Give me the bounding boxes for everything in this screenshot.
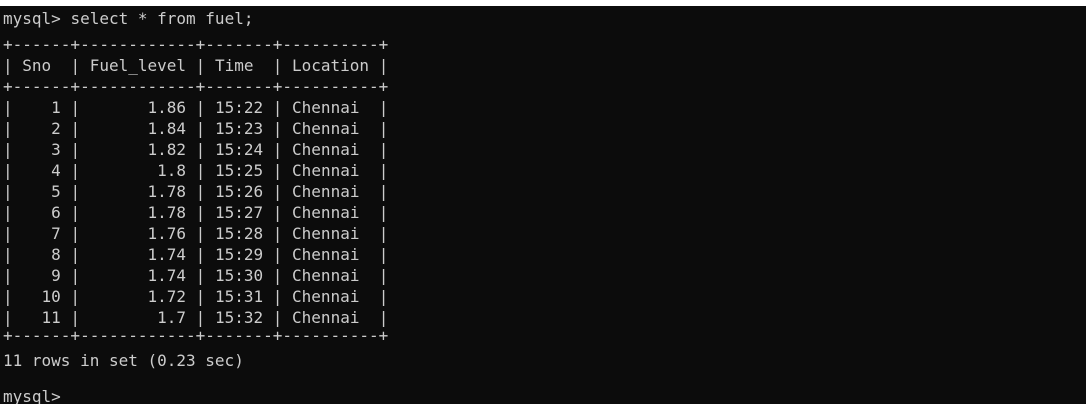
table-row: | 8 | 1.74 | 15:29 | Chennai | (3, 245, 389, 264)
cell-sno: 6 (51, 203, 61, 222)
table-row: | 2 | 1.84 | 15:23 | Chennai | (3, 119, 389, 138)
cell-location: Chennai (292, 161, 360, 180)
cell-time: 15:23 (214, 119, 264, 138)
cell-location: Chennai (292, 182, 360, 201)
table-border-header: +------+------------+-------+----------+ (3, 77, 389, 96)
cell-fuel-level: 1.72 (147, 287, 187, 306)
table-row: | 4 | 1.8 | 15:25 | Chennai | (3, 161, 389, 180)
table-row: | 6 | 1.78 | 15:27 | Chennai | (3, 203, 389, 222)
table-row: | 7 | 1.76 | 15:28 | Chennai | (3, 224, 389, 243)
cell-time: 15:29 (214, 245, 264, 264)
cell-sno: 3 (51, 140, 61, 159)
cell-fuel-level: 1.78 (147, 182, 187, 201)
cell-time: 15:28 (214, 224, 264, 243)
cell-location: Chennai (292, 140, 360, 159)
cell-location: Chennai (292, 119, 360, 138)
table-row: | 9 | 1.74 | 15:30 | Chennai | (3, 266, 389, 285)
cell-sno: 9 (51, 266, 61, 285)
prompt: mysql> (3, 9, 61, 28)
table-row: | 10 | 1.72 | 15:31 | Chennai | (3, 287, 389, 306)
command-line: mysql> select * from fuel; (3, 8, 253, 30)
cell-location: Chennai (292, 203, 360, 222)
cell-sno: 1 (51, 98, 61, 117)
cell-fuel-level: 1.78 (147, 203, 187, 222)
cell-time: 15:31 (214, 287, 264, 306)
cell-fuel-level: 1.74 (147, 266, 187, 285)
screenshot: mysql> select * from fuel; +------+-----… (0, 0, 1086, 404)
status-line: 11 rows in set (0.23 sec) (3, 351, 244, 370)
cell-location: Chennai (292, 98, 360, 117)
cell-sno: 2 (51, 119, 61, 138)
column-header-location: Location (292, 56, 370, 75)
cell-fuel-level: 1.8 (157, 161, 187, 180)
prompt: mysql> (3, 387, 61, 404)
cell-sno: 7 (51, 224, 61, 243)
table-row: | 1 | 1.86 | 15:22 | Chennai | (3, 98, 389, 117)
table-row: | 5 | 1.78 | 15:26 | Chennai | (3, 182, 389, 201)
cell-time: 15:27 (214, 203, 264, 222)
table-header-row: | Sno | Fuel_level | Time | Location | (3, 56, 389, 75)
cell-time: 15:30 (214, 266, 264, 285)
command-text: select * from fuel; (70, 9, 254, 28)
cell-fuel-level: 1.82 (147, 140, 187, 159)
cell-time: 15:22 (214, 98, 264, 117)
table-row: | 3 | 1.82 | 15:24 | Chennai | (3, 140, 389, 159)
column-header-sno: Sno (22, 56, 52, 75)
cell-location: Chennai (292, 245, 360, 264)
cell-sno: 5 (51, 182, 61, 201)
final-prompt[interactable]: mysql> (3, 386, 61, 404)
cell-time: 15:25 (214, 161, 264, 180)
cell-location: Chennai (292, 266, 360, 285)
cell-sno: 8 (51, 245, 61, 264)
column-header-time: Time (214, 56, 254, 75)
cell-location: Chennai (292, 224, 360, 243)
cell-fuel-level: 1.74 (147, 245, 187, 264)
cell-fuel-level: 1.86 (147, 98, 187, 117)
column-header-fuel-level: Fuel_level (89, 56, 187, 75)
cell-fuel-level: 1.76 (147, 224, 187, 243)
cell-time: 15:24 (214, 140, 264, 159)
table-border-top: +------+------------+-------+----------+ (3, 35, 389, 54)
cell-location: Chennai (292, 287, 360, 306)
cell-fuel-level: 1.84 (147, 119, 187, 138)
table-border-bottom: +------+------------+-------+----------+ (3, 326, 389, 345)
cell-time: 15:26 (214, 182, 264, 201)
cell-sno: 4 (51, 161, 61, 180)
terminal-window[interactable]: mysql> select * from fuel; +------+-----… (0, 6, 1086, 404)
cell-sno: 10 (41, 287, 61, 306)
